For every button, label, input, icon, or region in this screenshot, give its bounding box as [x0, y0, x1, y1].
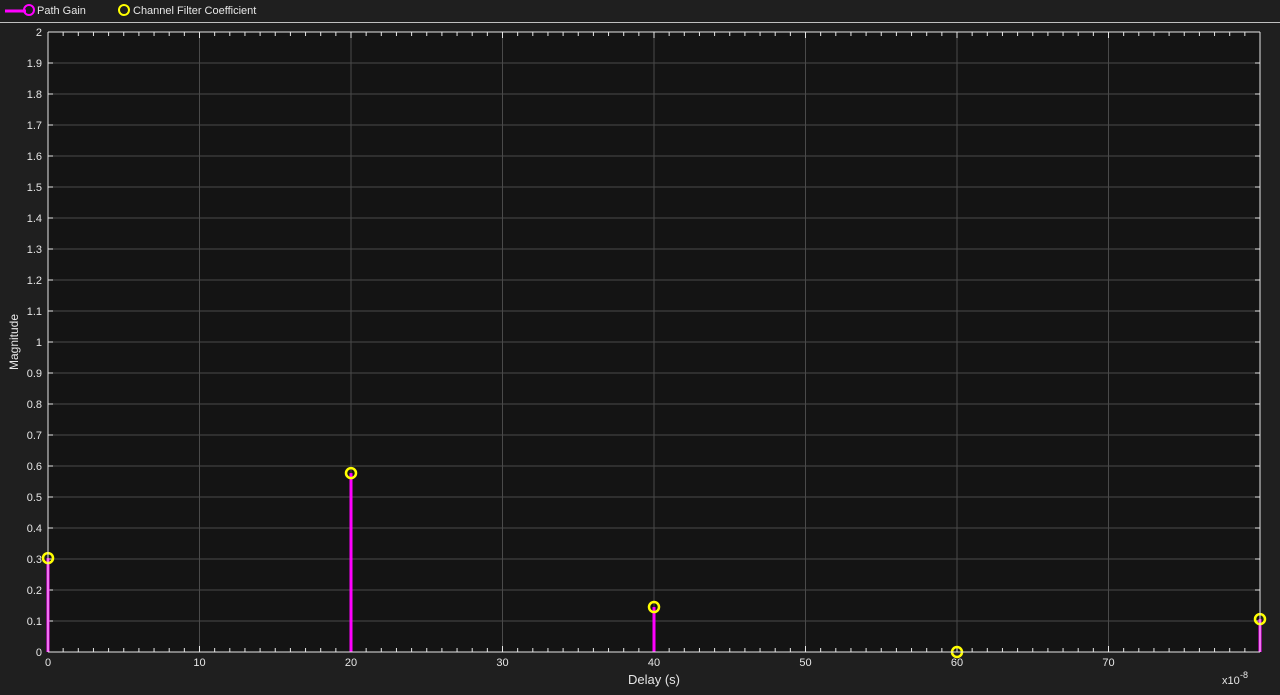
y-tick-label: 0.1	[27, 616, 42, 628]
y-tick-label: 1.7	[27, 120, 42, 132]
y-tick-label: 0.7	[27, 430, 42, 442]
y-tick-label: 1.5	[27, 182, 42, 194]
grid	[48, 32, 1260, 652]
y-tick-label: 1.3	[27, 244, 42, 256]
y-tick-label: 0.2	[27, 585, 42, 597]
y-tick-label: 0.3	[27, 554, 42, 566]
y-tick-label: 0	[36, 647, 42, 659]
filter-legend-marker-icon	[118, 4, 130, 16]
y-tick-label: 1	[36, 337, 42, 349]
y-tick-label: 0.5	[27, 492, 42, 504]
x-tick-label: 0	[45, 657, 51, 669]
y-tick-label: 0.6	[27, 461, 42, 473]
x-tick-label: 40	[648, 657, 660, 669]
x-tick-label: 50	[799, 657, 811, 669]
x-tick-label: 70	[1102, 657, 1114, 669]
legend-channel-filter[interactable]: Channel Filter Coefficient	[133, 5, 256, 17]
y-tick-label: 1.8	[27, 89, 42, 101]
x-tick-label: 20	[345, 657, 357, 669]
stem-chart: Path Gain Channel Filter Coefficient 0 0.…	[0, 4, 1280, 687]
legend[interactable]: Path Gain Channel Filter Coefficient	[5, 4, 256, 17]
y-tick-label: 0.4	[27, 523, 42, 535]
y-tick-label: 0.9	[27, 368, 42, 380]
y-tick-label: 2	[36, 27, 42, 39]
y-tick-label: 1.6	[27, 151, 42, 163]
x-tick-label: 60	[951, 657, 963, 669]
y-tick-label: 1.1	[27, 306, 42, 318]
x-exponent-base: x10	[1222, 675, 1240, 687]
x-tick-label: 10	[193, 657, 205, 669]
y-tick-label: 0.8	[27, 399, 42, 411]
x-tick-label: 30	[496, 657, 508, 669]
y-tick-label: 1.9	[27, 58, 42, 70]
legend-path-gain[interactable]: Path Gain	[37, 5, 86, 17]
x-exponent-power: -8	[1240, 670, 1248, 680]
y-tick-label: 1.4	[27, 213, 42, 225]
y-tick-label: 1.2	[27, 275, 42, 287]
x-axis-label: Delay (s)	[628, 672, 680, 687]
y-axis-label: Magnitude	[7, 314, 21, 370]
